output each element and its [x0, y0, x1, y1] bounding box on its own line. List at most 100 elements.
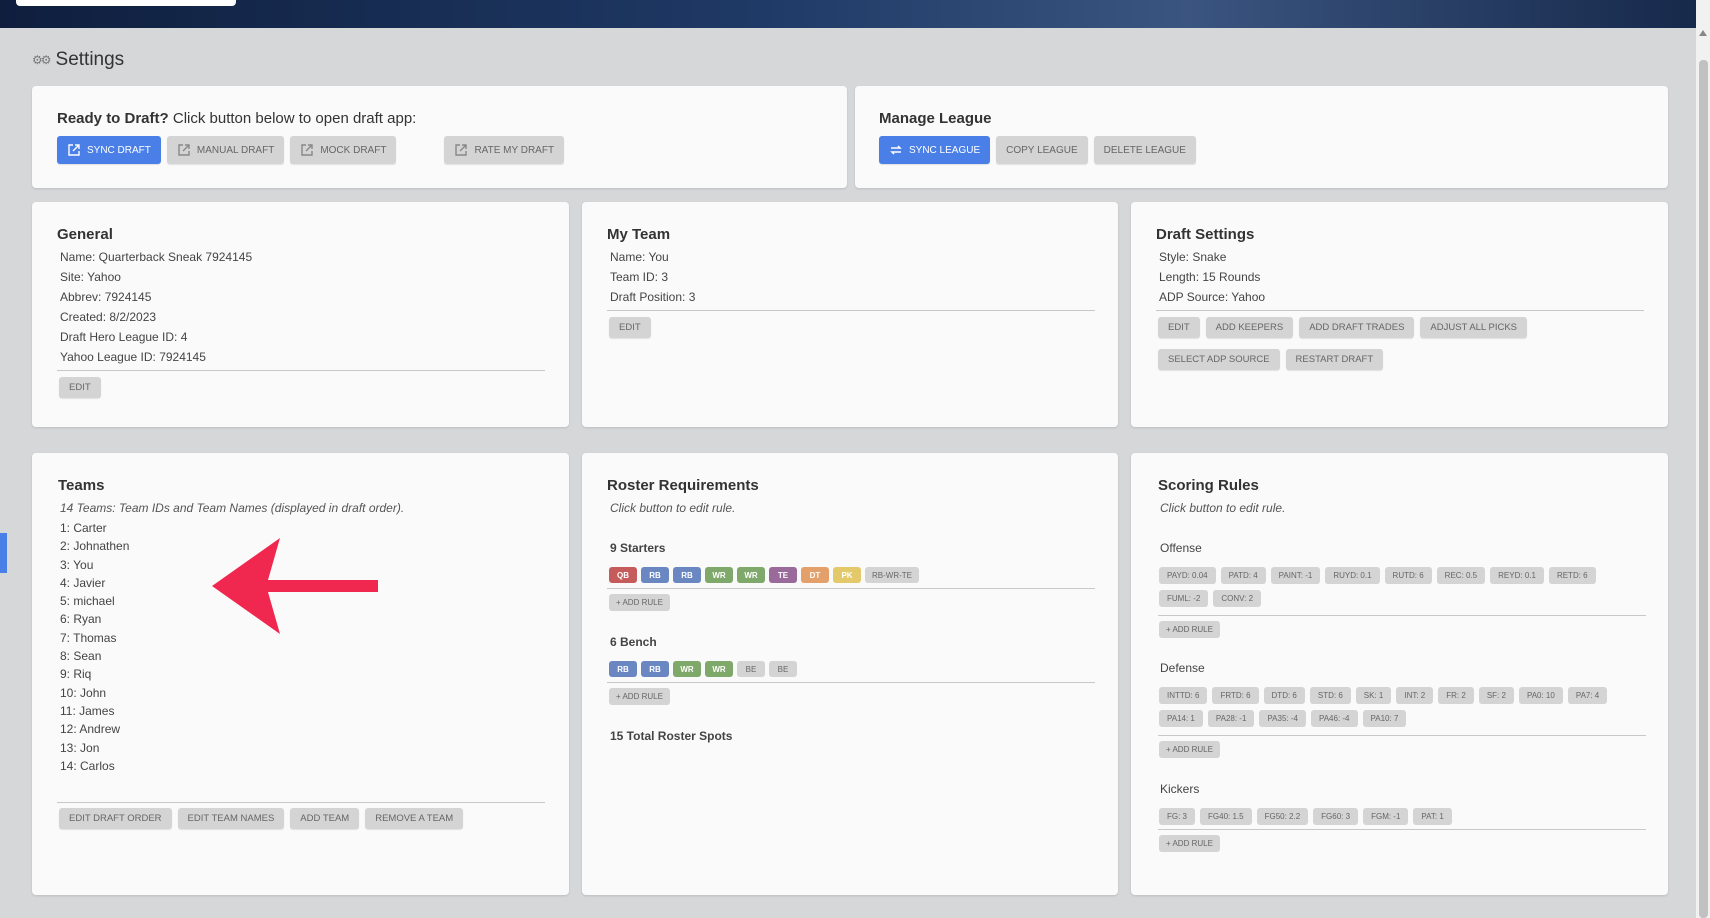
- roster-slot-rb[interactable]: RB: [641, 661, 669, 677]
- kickers-add-rule-button[interactable]: + ADD RULE: [1159, 835, 1220, 852]
- roster-slot-rb[interactable]: RB: [641, 567, 669, 583]
- manual-draft-label: MANUAL DRAFT: [196, 144, 275, 156]
- scoring-rule-chip[interactable]: PA14: 1: [1159, 710, 1203, 727]
- roster-title: Roster Requirements: [607, 477, 759, 494]
- draft-edit-button[interactable]: EDIT: [1158, 317, 1200, 338]
- scoring-rule-chip[interactable]: FG40: 1.5: [1200, 808, 1252, 825]
- scrollbar-thumb[interactable]: [1699, 60, 1708, 918]
- my-team-edit-button[interactable]: EDIT: [609, 317, 651, 338]
- scoring-rule-chip[interactable]: FG: 3: [1159, 808, 1196, 825]
- rate-my-draft-button[interactable]: RATE MY DRAFT: [444, 136, 565, 164]
- external-link-icon: [301, 144, 314, 156]
- scoring-rule-chip[interactable]: RETD: 6: [1548, 567, 1596, 584]
- team-item: 9: Riq: [60, 667, 92, 682]
- sync-league-button[interactable]: SYNC LEAGUE: [879, 136, 991, 164]
- scoring-rule-chip[interactable]: SK: 1: [1355, 687, 1392, 704]
- scoring-rule-chip[interactable]: RUYD: 0.1: [1325, 567, 1380, 584]
- add-keepers-button[interactable]: ADD KEEPERS: [1205, 317, 1294, 338]
- scoring-rule-chip[interactable]: PAINT: -1: [1270, 567, 1321, 584]
- scoring-rule-chip[interactable]: INTTD: 6: [1159, 687, 1208, 704]
- roster-slot-pk[interactable]: PK: [833, 567, 861, 583]
- roster-slot-be[interactable]: BE: [769, 661, 797, 677]
- sync-draft-button[interactable]: SYNC DRAFT: [57, 136, 161, 164]
- mock-draft-label: MOCK DRAFT: [320, 144, 387, 156]
- roster-slot-be[interactable]: BE: [737, 661, 765, 677]
- defense-rules: INTTD: 6 FRTD: 6 DTD: 6 STD: 6 SK: 1 INT: 2 FR…: [1159, 687, 1629, 727]
- page-title: ⚙⚙ Settings: [32, 49, 124, 71]
- draft-length: Length: 15 Rounds: [1159, 270, 1261, 284]
- scoring-rule-chip[interactable]: PA46: -4: [1310, 710, 1358, 727]
- add-draft-trades-button[interactable]: ADD DRAFT TRADES: [1299, 317, 1415, 338]
- scoring-rule-chip[interactable]: INT: 2: [1396, 687, 1434, 704]
- bench-add-rule-button[interactable]: + ADD RULE: [609, 688, 670, 705]
- divider: [1158, 735, 1646, 736]
- scoring-rule-chip[interactable]: RUTD: 6: [1384, 567, 1432, 584]
- general-edit-button[interactable]: EDIT: [59, 377, 101, 398]
- offense-add-rule-button[interactable]: + ADD RULE: [1159, 621, 1220, 638]
- roster-slot-rb[interactable]: RB: [673, 567, 701, 583]
- team-item: 12: Andrew: [60, 722, 121, 737]
- starters-add-rule-button[interactable]: + ADD RULE: [609, 594, 670, 611]
- divider: [57, 802, 545, 803]
- mock-draft-button[interactable]: MOCK DRAFT: [290, 136, 397, 164]
- remove-team-button[interactable]: REMOVE A TEAM: [365, 808, 464, 829]
- roster-slot-rb[interactable]: RB: [609, 661, 637, 677]
- starters-row: QB RB RB WR WR TE DT PK RB-WR-TE: [609, 567, 919, 583]
- bench-row: RB RB WR WR BE BE: [609, 661, 797, 677]
- scoring-rule-chip[interactable]: SF: 2: [1478, 687, 1514, 704]
- delete-league-button[interactable]: DELETE LEAGUE: [1093, 136, 1196, 164]
- my-team-info: Name: You Team ID: 3 Draft Position: 3: [607, 247, 695, 307]
- add-team-button[interactable]: ADD TEAM: [290, 808, 360, 829]
- roster-slot-wr[interactable]: WR: [673, 661, 701, 677]
- edit-team-names-button[interactable]: EDIT TEAM NAMES: [177, 808, 285, 829]
- scroll-up-arrow-icon[interactable]: [1699, 30, 1707, 36]
- ready-title-bold: Ready to Draft?: [57, 110, 169, 127]
- defense-add-rule-button[interactable]: + ADD RULE: [1159, 741, 1220, 758]
- ready-title-rest: Click button below to open draft app:: [168, 110, 417, 127]
- scoring-rule-chip[interactable]: PA35: -4: [1259, 710, 1306, 727]
- team-item: 10: John: [60, 685, 107, 700]
- side-accent-tab[interactable]: [0, 533, 7, 573]
- select-adp-source-button[interactable]: SELECT ADP SOURCE: [1158, 349, 1280, 370]
- roster-slot-rb-wr-te[interactable]: RB-WR-TE: [865, 567, 919, 583]
- ready-title: Ready to Draft? Click button below to op…: [57, 110, 416, 127]
- scoring-rule-chip[interactable]: FRTD: 6: [1212, 687, 1259, 704]
- scoring-rule-chip[interactable]: FUML: -2: [1159, 590, 1209, 607]
- roster-slot-te[interactable]: TE: [769, 567, 797, 583]
- starters-label: 9 Starters: [610, 541, 666, 555]
- rate-my-draft-label: RATE MY DRAFT: [474, 144, 555, 156]
- roster-slot-wr[interactable]: WR: [705, 661, 733, 677]
- scoring-rule-chip[interactable]: PATD: 4: [1220, 567, 1266, 584]
- scoring-rule-chip[interactable]: PA7: 4: [1567, 687, 1608, 704]
- roster-slot-qb[interactable]: QB: [609, 567, 637, 583]
- edit-draft-order-button[interactable]: EDIT DRAFT ORDER: [59, 808, 172, 829]
- scoring-rule-chip[interactable]: DTD: 6: [1263, 687, 1305, 704]
- divider: [607, 588, 1095, 589]
- scoring-rule-chip[interactable]: CONV: 2: [1213, 590, 1262, 607]
- scoring-rule-chip[interactable]: PA0: 10: [1518, 687, 1563, 704]
- roster-slot-dt[interactable]: DT: [801, 567, 829, 583]
- manual-draft-button[interactable]: MANUAL DRAFT: [166, 136, 285, 164]
- scoring-rule-chip[interactable]: STD: 6: [1309, 687, 1351, 704]
- scoring-rule-chip[interactable]: FG60: 3: [1313, 808, 1359, 825]
- adjust-all-picks-button[interactable]: ADJUST ALL PICKS: [1420, 317, 1528, 338]
- roster-slot-wr[interactable]: WR: [737, 567, 765, 583]
- scoring-rule-chip[interactable]: PAT: 1: [1413, 808, 1452, 825]
- restart-draft-button[interactable]: RESTART DRAFT: [1285, 349, 1384, 370]
- scoring-rule-chip[interactable]: FGM: -1: [1363, 808, 1409, 825]
- edit-team-names-label: EDIT TEAM NAMES: [187, 813, 275, 824]
- divider: [1158, 615, 1646, 616]
- copy-league-button[interactable]: COPY LEAGUE: [996, 136, 1088, 164]
- scoring-rule-chip[interactable]: REC: 0.5: [1436, 567, 1486, 584]
- scoring-rule-chip[interactable]: PAYD: 0.04: [1159, 567, 1216, 584]
- scoring-rule-chip[interactable]: FG50: 2.2: [1256, 808, 1309, 825]
- scoring-rule-chip[interactable]: REYD: 0.1: [1490, 567, 1544, 584]
- scoring-rule-chip[interactable]: PA28: -1: [1207, 710, 1255, 727]
- page-title-text: Settings: [55, 49, 125, 70]
- roster-slot-wr[interactable]: WR: [705, 567, 733, 583]
- scoring-rule-chip[interactable]: PA10: 7: [1362, 710, 1407, 727]
- total-roster-spots: 15 Total Roster Spots: [610, 729, 733, 743]
- search-input[interactable]: [16, 0, 236, 6]
- sync-draft-label: SYNC DRAFT: [87, 144, 151, 156]
- scoring-rule-chip[interactable]: FR: 2: [1438, 687, 1474, 704]
